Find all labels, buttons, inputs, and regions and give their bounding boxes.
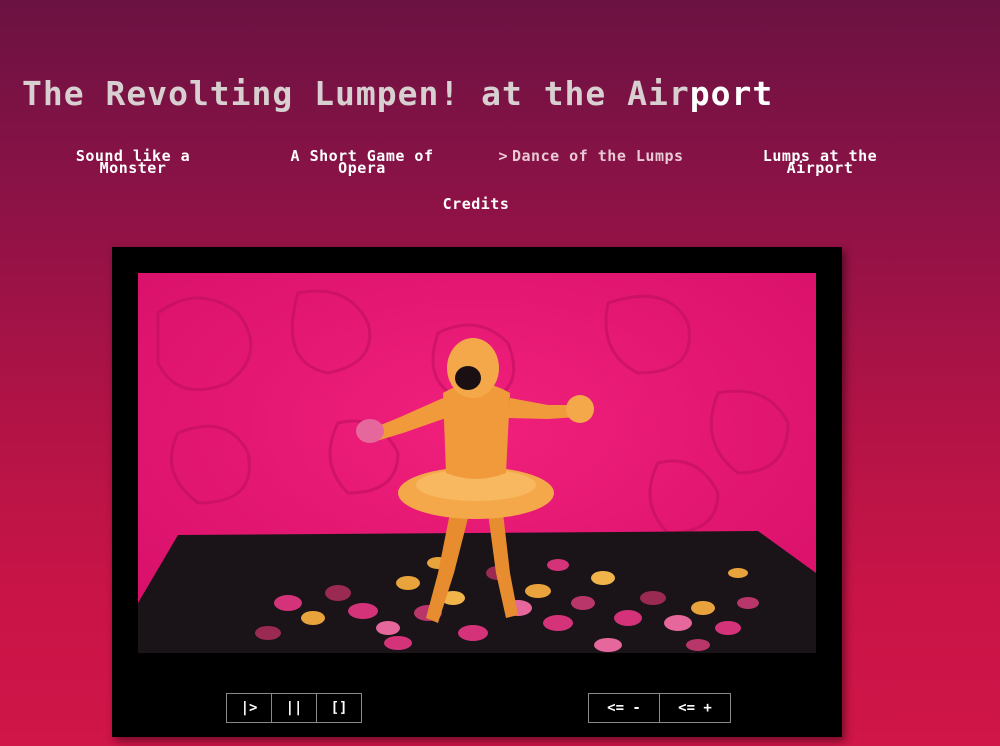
pause-button[interactable]: ||	[271, 693, 317, 723]
nav-item-label: Dance of the Lumps	[511, 147, 684, 165]
playback-controls: |> || []	[226, 693, 362, 723]
page-title: The Revolting Lumpen! at the Airport	[22, 74, 773, 114]
nav-item-label: Sound like a Monster	[75, 147, 191, 177]
nav-sound-like-a-monster[interactable]: Sound like a Monster	[38, 147, 228, 177]
nav-short-game-of-opera[interactable]: A Short Game of Opera	[267, 147, 457, 177]
fullscreen-button[interactable]: []	[316, 693, 362, 723]
nav-lumps-at-the-airport[interactable]: Lumps at the Airport	[725, 147, 915, 177]
nav-item-label: A Short Game of Opera	[290, 147, 434, 177]
chevron-right-icon: >	[498, 147, 508, 165]
speed-down-button[interactable]: <= -	[588, 693, 660, 723]
page-title-main: The Revolting Lumpen! at the Air	[22, 74, 690, 113]
video-frame[interactable]	[138, 273, 816, 653]
speed-up-button[interactable]: <= +	[659, 693, 731, 723]
video-player: |> || [] <= - <= +	[112, 247, 842, 737]
nav-item-label: Credits	[442, 195, 510, 213]
page-title-highlight: port	[689, 74, 774, 113]
video-scene	[138, 273, 816, 653]
nav-item-label: Lumps at the Airport	[762, 147, 878, 177]
speed-controls: <= - <= +	[588, 693, 731, 723]
play-button[interactable]: |>	[226, 693, 272, 723]
main-nav: Sound like a Monster A Short Game of Ope…	[0, 147, 1000, 220]
nav-dance-of-the-lumps[interactable]: > Dance of the Lumps	[496, 147, 686, 165]
nav-credits[interactable]: Credits	[381, 195, 571, 213]
